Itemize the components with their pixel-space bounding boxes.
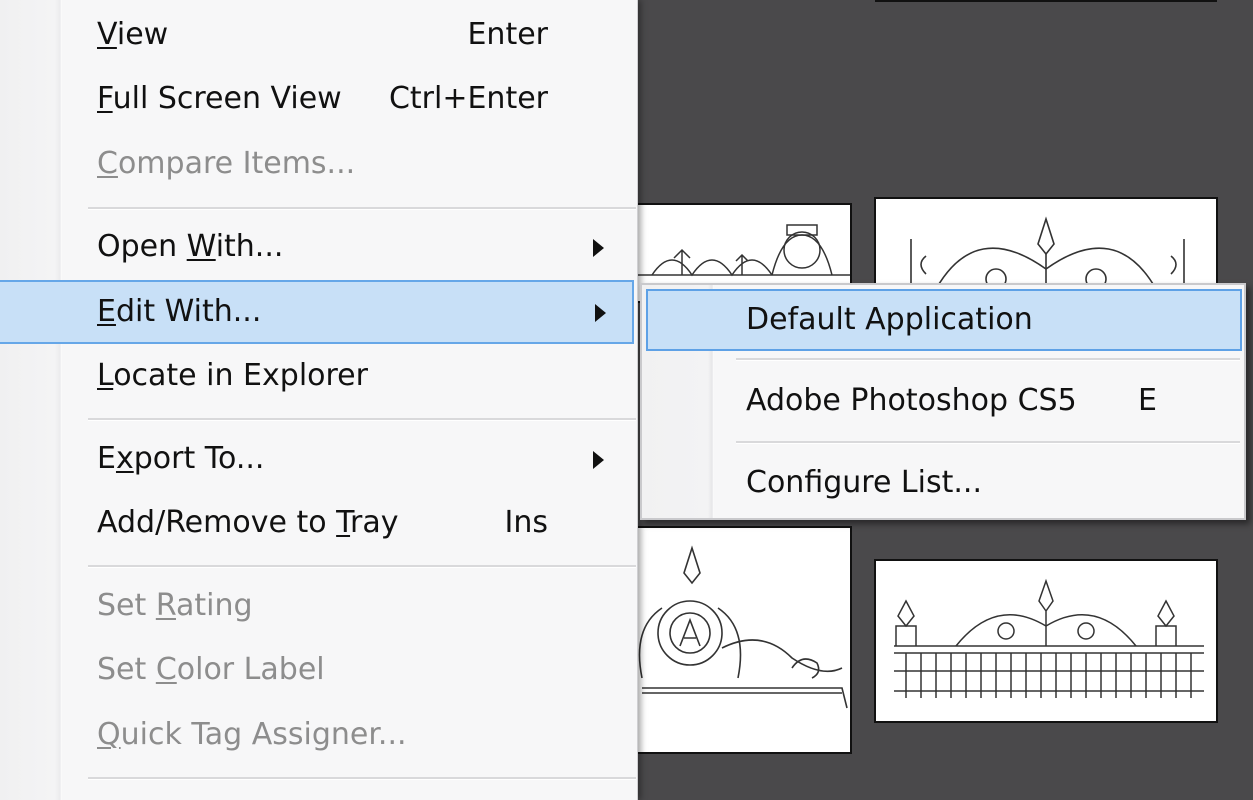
access-key: E: [97, 294, 116, 329]
menu-item-add-remove-tray[interactable]: Add/Remove to Tray Ins: [0, 491, 636, 555]
submenu-item-adobe-photoshop[interactable]: Adobe Photoshop CS5 E: [646, 370, 1242, 432]
context-menu: View Enter Full Screen View Ctrl+Enter C…: [0, 0, 638, 800]
access-key: T: [336, 505, 351, 540]
thumbnail-ornament-3[interactable]: [620, 526, 852, 754]
submenu-arrow-icon: [593, 239, 604, 257]
menu-separator: [88, 418, 636, 421]
thumbnail-ornament-4[interactable]: [874, 559, 1218, 723]
menu-item-shortcut: Ins: [504, 505, 549, 540]
menu-separator: [88, 207, 636, 210]
menu-separator: [88, 777, 636, 780]
menu-item-edit-with[interactable]: Edit With...: [0, 280, 634, 344]
menu-item-label: Open With...: [97, 229, 284, 264]
access-key: R: [155, 588, 176, 623]
access-key: C: [97, 146, 118, 181]
menu-item-label: Compare Items...: [97, 146, 356, 181]
access-key: x: [115, 441, 134, 476]
menu-item-export-to[interactable]: Export To...: [0, 427, 636, 491]
menu-item-label: Set Color Label: [97, 652, 325, 687]
access-key: W: [186, 229, 216, 264]
menu-separator: [88, 565, 636, 568]
menu-item-label: Edit With...: [97, 294, 262, 329]
menu-item-open-with[interactable]: Open With...: [0, 215, 636, 279]
menu-item-set-rating: Set Rating: [0, 574, 636, 638]
menu-item-full-screen-view[interactable]: Full Screen View Ctrl+Enter: [0, 67, 636, 131]
access-key: V: [97, 17, 117, 52]
submenu-arrow-icon: [593, 451, 604, 469]
edit-with-submenu: Default Application Adobe Photoshop CS5 …: [640, 283, 1246, 520]
submenu-item-default-application[interactable]: Default Application: [646, 289, 1242, 351]
submenu-item-label: Default Application: [746, 302, 1033, 337]
menu-item-label: Export To...: [97, 441, 265, 476]
submenu-item-label: Configure List...: [746, 465, 982, 500]
ornament-drawing: [638, 545, 848, 709]
menu-item-set-color-label: Set Color Label: [0, 638, 636, 702]
menu-item-label: Quick Tag Assigner...: [97, 717, 407, 752]
menu-item-label: Full Screen View: [97, 81, 342, 116]
menu-item-shortcut: Enter: [467, 17, 548, 52]
submenu-item-label: Adobe Photoshop CS5: [746, 383, 1077, 418]
menu-item-shortcut: Ctrl+Enter: [388, 81, 548, 116]
submenu-separator: [736, 441, 1240, 444]
submenu-separator: [736, 358, 1240, 361]
menu-item-label: Add/Remove to Tray: [97, 505, 399, 540]
menu-item-label: Set Rating: [97, 588, 253, 623]
thumbnail-top-edge: [875, 0, 1217, 2]
menu-item-locate-in-explorer[interactable]: Locate in Explorer: [0, 344, 636, 408]
access-key: F: [97, 81, 113, 116]
ornament-drawing: [894, 578, 1204, 698]
menu-item-view[interactable]: View Enter: [0, 3, 636, 67]
menu-item-label: View: [97, 17, 169, 52]
menu-item-compare-items: Compare Items...: [0, 132, 636, 196]
access-key: L: [97, 358, 114, 393]
submenu-item-configure-list[interactable]: Configure List...: [646, 452, 1242, 514]
menu-item-label: Locate in Explorer: [97, 358, 368, 393]
submenu-item-shortcut: E: [1138, 383, 1157, 418]
access-key: C: [155, 652, 177, 687]
submenu-arrow-icon: [595, 304, 606, 322]
menu-item-quick-tag-assigner: Quick Tag Assigner...: [0, 703, 636, 767]
access-key: Q: [97, 717, 121, 752]
